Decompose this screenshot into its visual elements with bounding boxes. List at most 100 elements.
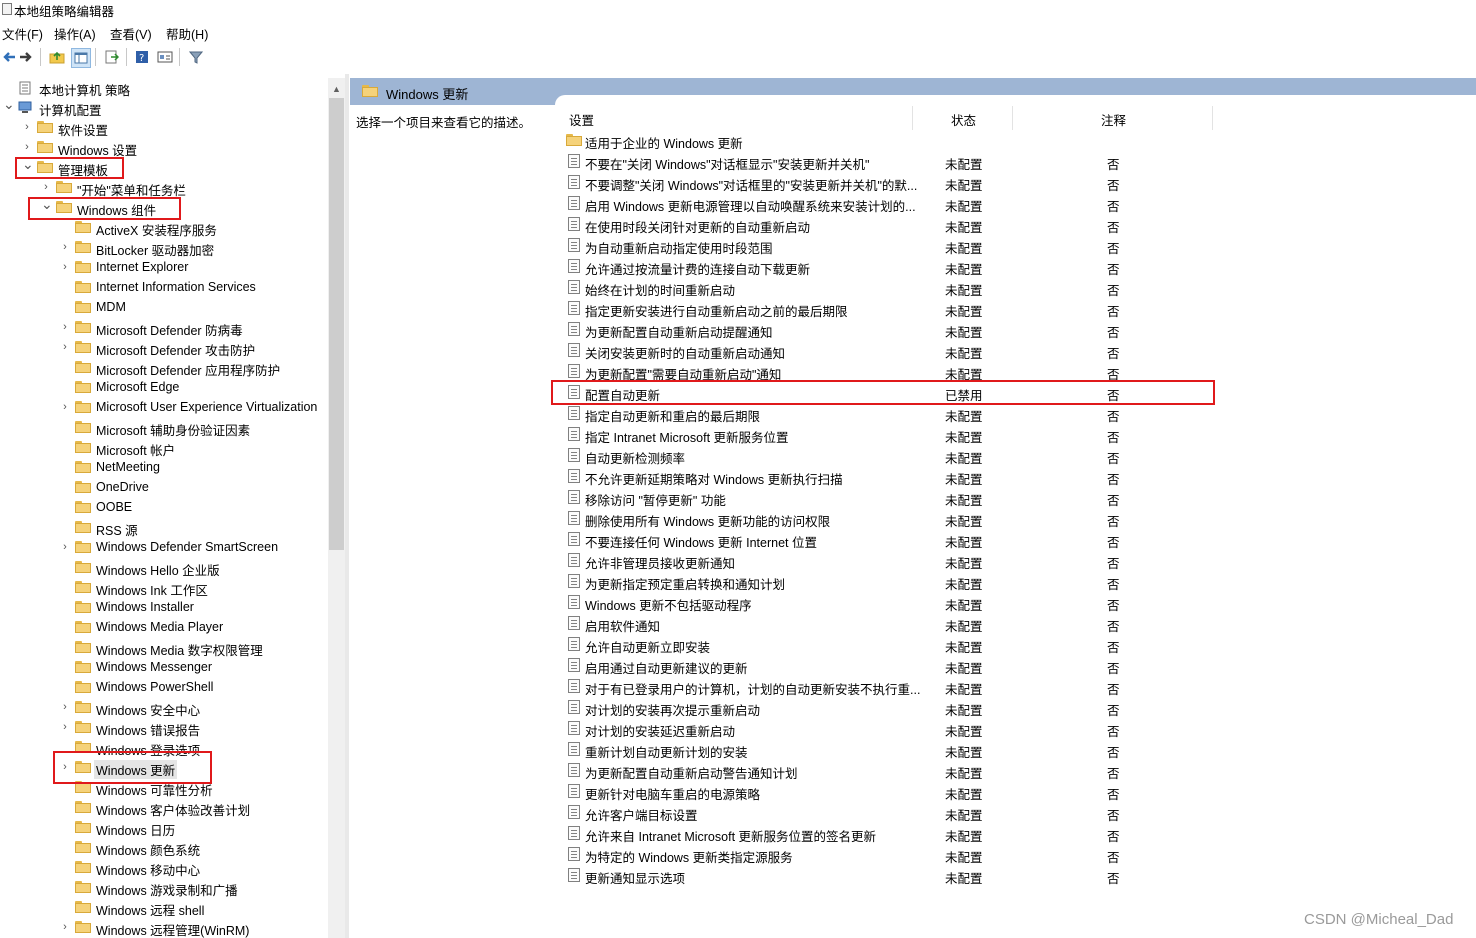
show-hide-tree-icon[interactable] (71, 48, 91, 68)
expand-arrow-icon[interactable]: › (60, 321, 70, 333)
policy-row[interactable]: 关闭安装更新时的自动重新启动通知 未配置 否 (562, 340, 1222, 361)
policy-row[interactable]: 更新针对电脑车重启的电源策略 未配置 否 (562, 781, 1222, 802)
tree-item[interactable]: Windows Ink 工作区 (0, 578, 328, 598)
menu-view[interactable]: 查看(V) (110, 24, 152, 43)
policy-row[interactable]: 为更新配置"需要自动重新启动"通知 未配置否 (562, 361, 1222, 382)
policy-row[interactable]: 为自动重新启动指定使用时段范围 未配置 否 (562, 235, 1222, 256)
tree-item[interactable]: › Windows 错误报告 (0, 718, 328, 738)
tree-item[interactable]: Windows Media 数字权限管理 (0, 638, 328, 658)
policy-row[interactable]: 不要调整"关闭 Windows"对话框里的"安装更新并关机"的默... 未配置 否 (562, 172, 1222, 193)
policy-row[interactable]: 允许非管理员接收更新通知 未配置 否 (562, 550, 1222, 571)
expand-arrow-icon[interactable]: › (60, 541, 70, 553)
forward-arrow-icon[interactable] (17, 48, 35, 66)
collapse-arrow-icon[interactable]: ⌄ (3, 97, 15, 111)
policy-row[interactable]: 更新通知显示选项 未配置 否 (562, 865, 1222, 886)
policy-row[interactable]: 对计划的安装再次提示重新启动 未配置 否 (562, 697, 1222, 718)
tree-item[interactable]: Windows 颜色系统 (0, 838, 328, 858)
export-list-icon[interactable] (103, 48, 121, 66)
policy-row[interactable]: 为更新配置自动重新启动警告通知计划 未配置 否 (562, 760, 1222, 781)
tree-item[interactable]: Microsoft 辅助身份验证因素 (0, 418, 328, 438)
tree-item[interactable]: OneDrive (0, 478, 328, 498)
policy-row[interactable]: 对计划的安装延迟重新启动 未配置 否 (562, 718, 1222, 739)
tree-item[interactable]: Windows 移动中心 (0, 858, 328, 878)
pane-splitter[interactable] (345, 74, 349, 938)
tree-item[interactable]: ⌄ 计算机配置 (0, 97, 328, 118)
policy-row[interactable]: 允许通过按流量计费的连接自动下载更新 未配置 否 (562, 256, 1222, 277)
policy-row[interactable]: 允许客户端目标设置 未配置 否 (562, 802, 1222, 823)
tree-item[interactable]: RSS 源 (0, 518, 328, 538)
tree-item[interactable]: NetMeeting (0, 458, 328, 478)
policy-row[interactable]: 在使用时段关闭针对更新的自动重新启动 未配置 否 (562, 214, 1222, 235)
tree-scrollbar[interactable]: ▲ (328, 78, 345, 938)
tree-item[interactable]: › BitLocker 驱动器加密 (0, 238, 328, 258)
up-folder-icon[interactable] (48, 48, 66, 66)
policy-row[interactable]: 允许来自 Intranet Microsoft 更新服务位置的签名更新 未配置 否 (562, 823, 1222, 844)
policy-row[interactable]: 不要在"关闭 Windows"对话框显示"安装更新并关机" 未配置 否 (562, 151, 1222, 172)
tree-item[interactable]: Windows 游戏录制和广播 (0, 878, 328, 898)
expand-arrow-icon[interactable]: › (60, 261, 70, 273)
policy-row[interactable]: 始终在计划的时间重新启动 未配置 否 (562, 277, 1222, 298)
tree-item[interactable]: › 软件设置 (0, 118, 328, 138)
policy-row[interactable]: Windows 更新不包括驱动程序 未配置 否 (562, 592, 1222, 613)
expand-arrow-icon[interactable]: › (60, 241, 70, 253)
column-state[interactable]: 状态 (951, 110, 976, 129)
menu-action[interactable]: 操作(A) (54, 24, 96, 43)
tree-item[interactable]: › Microsoft Defender 攻击防护 (0, 338, 328, 358)
policy-row[interactable]: 不允许更新延期策略对 Windows 更新执行扫描 未配置 否 (562, 466, 1222, 487)
policy-row[interactable]: 启用 Windows 更新电源管理以自动唤醒系统来安装计划的... 未配置 否 (562, 193, 1222, 214)
expand-arrow-icon[interactable]: › (41, 181, 51, 193)
tree-item[interactable]: Windows 日历 (0, 818, 328, 838)
expand-arrow-icon[interactable]: › (22, 141, 32, 153)
back-arrow-icon[interactable] (0, 48, 18, 66)
policy-row[interactable]: 允许自动更新立即安装 未配置 否 (562, 634, 1222, 655)
tree-item[interactable]: Windows 远程 shell (0, 898, 328, 918)
policy-row[interactable]: 自动更新检测频率 未配置 否 (562, 445, 1222, 466)
expand-arrow-icon[interactable]: › (60, 401, 70, 413)
expand-arrow-icon[interactable]: › (60, 701, 70, 713)
expand-arrow-icon[interactable]: › (60, 341, 70, 353)
tree-item[interactable]: Windows 客户体验改善计划 (0, 798, 328, 818)
tree-item[interactable]: OOBE (0, 498, 328, 518)
filter-icon[interactable] (187, 48, 205, 66)
policy-row[interactable]: 对于有已登录用户的计算机，计划的自动更新安装不执行重... 未配置 否 (562, 676, 1222, 697)
tree-item[interactable]: › Internet Explorer (0, 258, 328, 278)
policy-row[interactable]: 启用通过自动更新建议的更新 未配置 否 (562, 655, 1222, 676)
properties-icon[interactable] (156, 48, 174, 66)
policy-row[interactable]: 为更新指定预定重启转换和通知计划 未配置 否 (562, 571, 1222, 592)
tree-item[interactable]: Windows Installer (0, 598, 328, 618)
tree-item[interactable]: Windows Hello 企业版 (0, 558, 328, 578)
scroll-thumb[interactable] (329, 98, 344, 550)
column-setting[interactable]: 设置 (569, 110, 594, 129)
tree-item[interactable]: MDM (0, 298, 328, 318)
policy-row[interactable]: 指定自动更新和重启的最后期限 未配置 否 (562, 403, 1222, 424)
tree-item[interactable]: Microsoft 帐户 (0, 438, 328, 458)
tree-item[interactable]: Windows PowerShell (0, 678, 328, 698)
tree-item[interactable]: › Windows 安全中心 (0, 698, 328, 718)
policy-row[interactable]: 移除访问 "暂停更新" 功能 未配置 否 (562, 487, 1222, 508)
policy-row[interactable]: 为更新配置自动重新启动提醒通知 未配置 否 (562, 319, 1222, 340)
tree-item[interactable]: ActiveX 安装程序服务 (0, 218, 328, 238)
tree-item[interactable]: Microsoft Defender 应用程序防护 (0, 358, 328, 378)
policy-row[interactable]: 指定更新安装进行自动重新启动之前的最后期限 未配置 否 (562, 298, 1222, 319)
policy-row[interactable]: 指定 Intranet Microsoft 更新服务位置 未配置 否 (562, 424, 1222, 445)
policy-row[interactable]: 不要连接任何 Windows 更新 Internet 位置 未配置 否 (562, 529, 1222, 550)
tree-item[interactable]: Internet Information Services (0, 278, 328, 298)
expand-arrow-icon[interactable]: › (60, 721, 70, 733)
tree-item[interactable]: › Microsoft Defender 防病毒 (0, 318, 328, 338)
policy-row[interactable]: 删除使用所有 Windows 更新功能的访问权限 未配置 否 (562, 508, 1222, 529)
column-note[interactable]: 注释 (1101, 110, 1126, 129)
menu-help[interactable]: 帮助(H) (166, 24, 208, 43)
tree-item[interactable]: Windows Messenger (0, 658, 328, 678)
tree-item[interactable]: › "开始"菜单和任务栏 (0, 178, 328, 198)
menu-file[interactable]: 文件(F) (2, 24, 43, 43)
tree-item[interactable]: Windows Media Player (0, 618, 328, 638)
tree-item[interactable]: › Windows 远程管理(WinRM) (0, 918, 328, 938)
policy-folder-row[interactable]: 适用于企业的 Windows 更新 (562, 130, 1222, 151)
expand-arrow-icon[interactable]: › (22, 121, 32, 133)
tree-item[interactable]: 本地计算机 策略 (0, 78, 328, 98)
tree-item[interactable]: › Microsoft User Experience Virtualizatio… (0, 398, 328, 418)
tree-item[interactable]: Microsoft Edge (0, 378, 328, 398)
scroll-up-icon[interactable]: ▲ (332, 84, 341, 94)
policy-row[interactable]: 重新计划自动更新计划的安装 未配置 否 (562, 739, 1222, 760)
tree-item[interactable]: › Windows 设置 (0, 138, 328, 158)
